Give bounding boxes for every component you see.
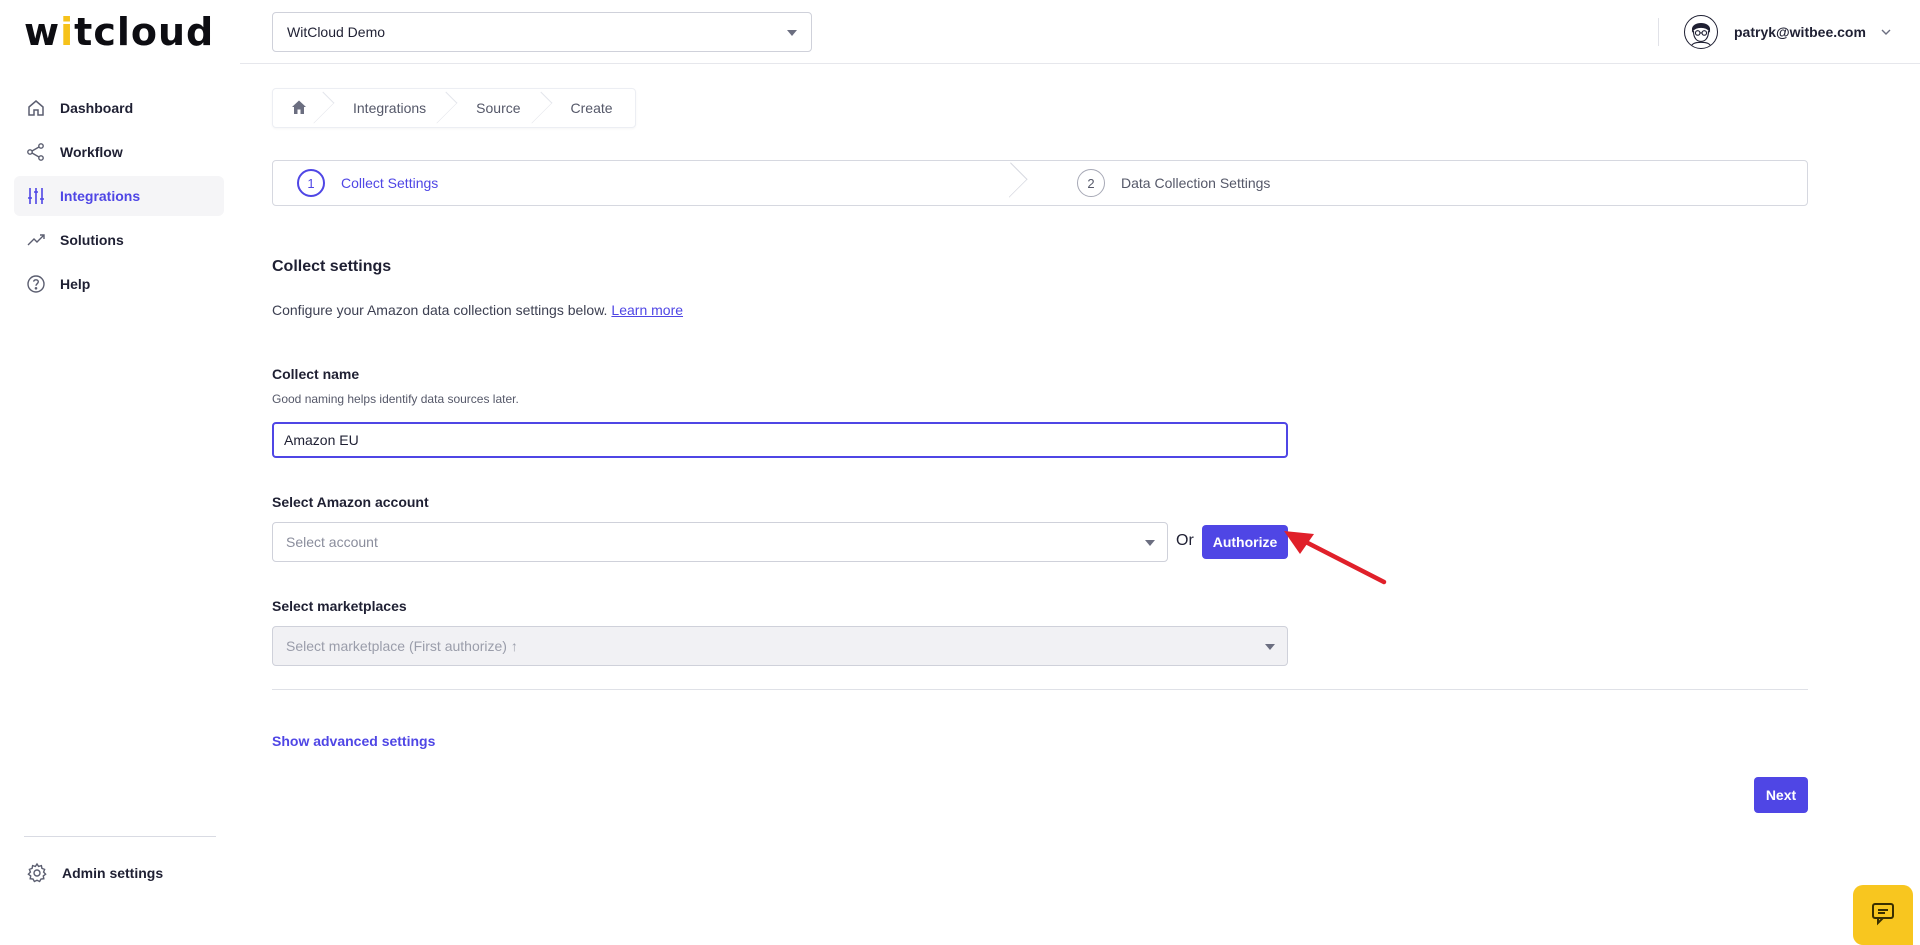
breadcrumb-integrations[interactable]: Integrations	[325, 89, 448, 127]
caret-down-icon	[1145, 540, 1155, 546]
sidebar-item-label: Help	[60, 276, 91, 292]
form-divider	[272, 689, 1808, 690]
learn-more-link[interactable]: Learn more	[611, 302, 683, 318]
collect-name-input[interactable]	[272, 422, 1288, 458]
sidebar-item-integrations[interactable]: Integrations	[14, 176, 224, 216]
breadcrumb-source[interactable]: Source	[448, 89, 542, 127]
admin-settings-label: Admin settings	[62, 865, 164, 881]
organization-select[interactable]: WitCloud Demo	[272, 12, 812, 52]
sidebar-item-label: Solutions	[60, 232, 124, 248]
home-icon	[290, 98, 308, 119]
sidebar-item-solutions[interactable]: Solutions	[14, 220, 224, 260]
collect-name-help: Good naming helps identify data sources …	[272, 392, 519, 406]
chevron-down-icon	[1880, 26, 1892, 38]
sidebar-item-label: Workflow	[60, 144, 123, 160]
step-number: 1	[297, 169, 325, 197]
sidebar-item-dashboard[interactable]: Dashboard	[14, 88, 224, 128]
share-nodes-icon	[26, 142, 46, 162]
amazon-account-select[interactable]: Select account	[272, 522, 1168, 562]
authorize-button[interactable]: Authorize	[1202, 525, 1288, 559]
chat-bubble-icon	[1869, 899, 1897, 932]
amazon-account-placeholder: Select account	[286, 534, 378, 550]
caret-down-icon	[787, 30, 797, 36]
sidebar: witcloud Dashboard Workflow Integrations…	[0, 0, 240, 945]
witcloud-logo[interactable]: witcloud	[24, 12, 214, 52]
marketplaces-placeholder: Select marketplace (First authorize) ↑	[286, 638, 518, 654]
amazon-account-label: Select Amazon account	[272, 494, 429, 510]
sidebar-nav: Dashboard Workflow Integrations Solution…	[14, 88, 224, 308]
section-description: Configure your Amazon data collection se…	[272, 302, 683, 318]
trending-up-icon	[26, 230, 46, 250]
gear-icon	[26, 862, 48, 884]
home-icon	[26, 98, 46, 118]
next-button[interactable]: Next	[1754, 777, 1808, 813]
breadcrumb: Integrations Source Create	[272, 88, 636, 128]
caret-down-icon	[1265, 644, 1275, 650]
annotation-arrow-icon	[1284, 531, 1387, 585]
user-email: patryk@witbee.com	[1734, 24, 1866, 40]
sidebar-item-workflow[interactable]: Workflow	[14, 132, 224, 172]
step-data-collection-settings[interactable]: 2 Data Collection Settings	[1033, 161, 1807, 205]
sidebar-item-help[interactable]: Help	[14, 264, 224, 304]
organization-select-value: WitCloud Demo	[287, 24, 386, 40]
topbar-separator	[1658, 18, 1659, 46]
marketplaces-select[interactable]: Select marketplace (First authorize) ↑	[272, 626, 1288, 666]
top-bar: WitCloud Demo patryk@witbee.com	[240, 0, 1920, 64]
admin-settings-link[interactable]: Admin settings	[26, 862, 163, 884]
collect-name-label: Collect name	[272, 366, 360, 382]
help-circle-icon	[26, 274, 46, 294]
or-text: Or	[1176, 532, 1194, 549]
step-label: Collect Settings	[341, 175, 439, 191]
step-number: 2	[1077, 169, 1105, 197]
sidebar-divider	[24, 836, 216, 837]
sidebar-item-label: Integrations	[60, 188, 141, 204]
avatar	[1684, 15, 1718, 49]
marketplaces-label: Select marketplaces	[272, 598, 407, 614]
step-collect-settings[interactable]: 1 Collect Settings	[273, 161, 1033, 205]
description-text: Configure your Amazon data collection se…	[272, 302, 608, 318]
sliders-icon	[26, 186, 46, 206]
show-advanced-settings-link[interactable]: Show advanced settings	[272, 733, 435, 749]
chat-widget-button[interactable]	[1853, 885, 1913, 945]
section-title: Collect settings	[272, 258, 392, 275]
step-label: Data Collection Settings	[1121, 175, 1271, 191]
sidebar-item-label: Dashboard	[60, 100, 134, 116]
breadcrumb-home[interactable]	[273, 89, 325, 127]
stepper: 1 Collect Settings 2 Data Collection Set…	[272, 160, 1808, 206]
breadcrumb-create[interactable]: Create	[543, 89, 635, 127]
user-menu[interactable]: patryk@witbee.com	[1684, 14, 1892, 50]
